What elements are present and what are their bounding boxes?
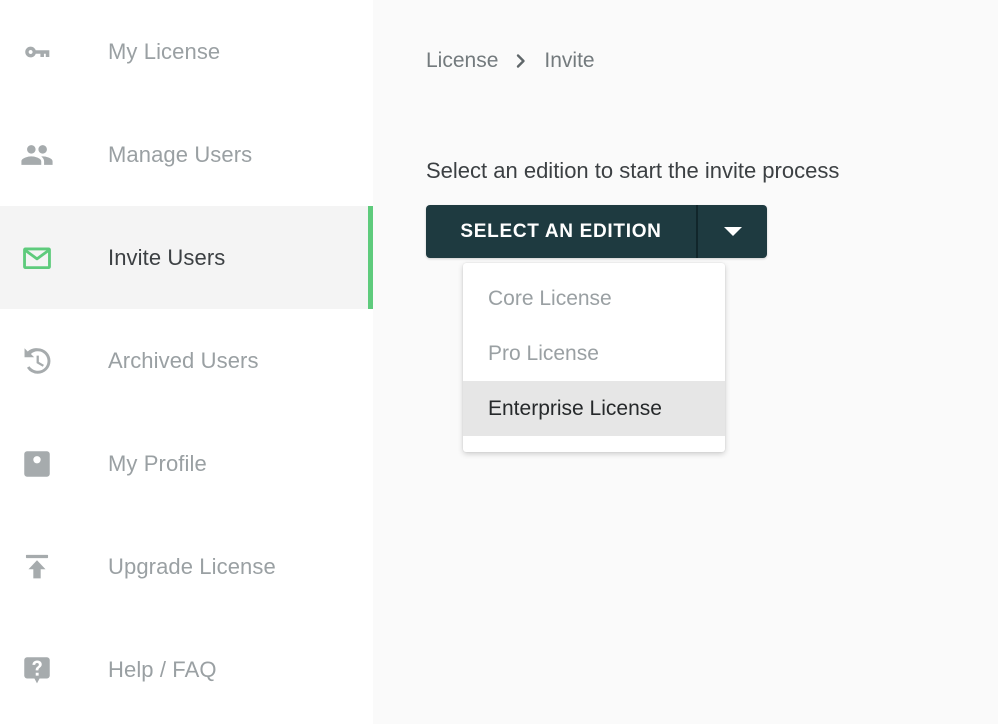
page-title: Select an edition to start the invite pr… [426, 158, 840, 183]
history-icon [18, 342, 56, 380]
sidebar-item-label: Manage Users [108, 141, 253, 167]
sidebar-item-manage-users[interactable]: Manage Users [0, 103, 373, 206]
main-content: License Invite Select an edition to star… [373, 0, 998, 724]
dropdown-option-label: Pro License [488, 341, 599, 365]
sidebar-item-label: My Profile [108, 450, 207, 476]
caret-down-icon [723, 227, 742, 236]
sidebar-item-my-profile[interactable]: My Profile [0, 412, 373, 515]
dropdown-option-enterprise-license[interactable]: Enterprise License [463, 381, 725, 436]
account-box-icon [18, 445, 56, 483]
chevron-right-icon [514, 52, 528, 70]
edition-dropdown-menu: Core License Pro License Enterprise Lice… [463, 263, 725, 452]
dropdown-option-label: Enterprise License [488, 396, 662, 420]
upload-icon [18, 548, 56, 586]
sidebar-item-label: Archived Users [108, 347, 259, 373]
sidebar-item-invite-users[interactable]: Invite Users [0, 206, 373, 309]
dropdown-option-label: Core License [488, 286, 612, 310]
sidebar-item-label: Invite Users [108, 244, 226, 270]
sidebar-item-label: Upgrade License [108, 553, 276, 579]
help-bubble-icon [18, 651, 56, 689]
dropdown-option-core-license[interactable]: Core License [463, 271, 725, 326]
envelope-icon [18, 239, 56, 277]
select-edition-button[interactable]: SELECT AN EDITION [426, 205, 696, 258]
sidebar-nav: My License Manage Users Invite Users Arc… [0, 0, 373, 724]
select-edition-dropdown-toggle[interactable] [698, 205, 767, 258]
select-edition-split-button: SELECT AN EDITION [426, 205, 767, 258]
breadcrumb: License Invite [426, 46, 595, 76]
sidebar-item-archived-users[interactable]: Archived Users [0, 309, 373, 412]
sidebar-item-my-license[interactable]: My License [0, 0, 373, 103]
dropdown-option-pro-license[interactable]: Pro License [463, 326, 725, 381]
breadcrumb-parent-link[interactable]: License [426, 46, 498, 76]
sidebar-item-help-faq[interactable]: Help / FAQ [0, 618, 373, 721]
people-icon [18, 136, 56, 174]
sidebar-item-upgrade-license[interactable]: Upgrade License [0, 515, 373, 618]
sidebar-item-label: Help / FAQ [108, 656, 217, 682]
key-icon [18, 33, 56, 71]
breadcrumb-current: Invite [544, 49, 595, 72]
app-root: My License Manage Users Invite Users Arc… [0, 0, 998, 724]
sidebar-item-label: My License [108, 38, 221, 64]
